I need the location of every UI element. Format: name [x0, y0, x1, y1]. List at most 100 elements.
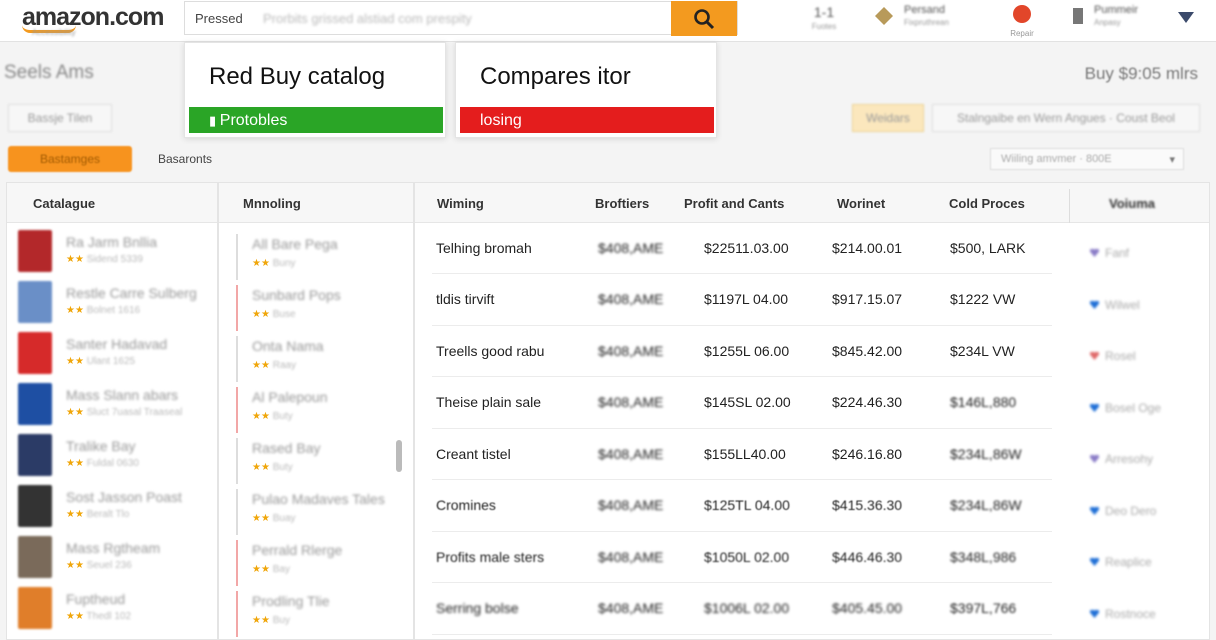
- table-row[interactable]: Cromines $408,AME $125TL 04.00 $415.36.3…: [432, 479, 1052, 532]
- catalogue-item[interactable]: Ra Jarm Bnllia ★★ Sidend 5339: [12, 230, 212, 276]
- catalogue-item[interactable]: Mass Rgtheam ★★ Seuel 236: [12, 536, 212, 582]
- nav-sub: Fixpruthrean: [904, 18, 949, 27]
- cart-icon[interactable]: [1176, 6, 1196, 26]
- heart-icon: [1090, 300, 1099, 309]
- catalogue-item[interactable]: Restle Carre Sulberg ★★ Bolnet 1616: [12, 281, 212, 327]
- filter-button[interactable]: Bassje Tilen: [8, 104, 112, 132]
- volume-item[interactable]: Rostnoce: [1090, 607, 1156, 621]
- col-header-profit-and-cants[interactable]: Profit and Cants: [684, 196, 784, 211]
- nav-item-quotes[interactable]: 1-1 Fuotes: [804, 4, 844, 31]
- volume-item[interactable]: Rosel: [1090, 349, 1136, 363]
- rating-stars: ★★ Buty: [252, 462, 293, 473]
- search-input[interactable]: Prorbits grissed alstiad com prespity: [263, 11, 472, 26]
- status-label: Protobles: [219, 112, 288, 129]
- product-meta: Bolnet 1616: [86, 305, 141, 316]
- catalogue-item[interactable]: Sost Jasson Poast ★★ Beralt Tlo: [12, 485, 212, 531]
- rating-stars: ★★ Ulant 1625: [66, 356, 135, 367]
- monitoring-item[interactable]: Perrald Rlerge ★★ Bay: [236, 540, 406, 586]
- monitoring-item[interactable]: Onta Nama ★★ Raay: [236, 336, 406, 382]
- cell-profit-cants: $145SL 02.00: [702, 376, 832, 429]
- table-row[interactable]: Profits male sters $408,AME $1050L 02.00…: [432, 531, 1052, 583]
- search-scope[interactable]: Pressed: [195, 11, 243, 26]
- cell-profit: $408,AME: [594, 376, 702, 429]
- cell-cold-price: $1222 VW: [950, 273, 1052, 326]
- cell-worinet: $446.46.30: [832, 531, 950, 583]
- star-icons: ★★: [66, 356, 84, 367]
- cell-profit-cants: $1255L 06.00: [702, 325, 832, 377]
- product-thumbnail: [18, 536, 52, 578]
- heart-icon: [1090, 352, 1099, 360]
- volume-item[interactable]: Bosel Oge: [1090, 401, 1161, 415]
- col-header-cold-proces[interactable]: Cold Proces: [949, 196, 1025, 211]
- scrollbar[interactable]: [396, 440, 402, 472]
- catalogue-item[interactable]: Santer Hadavad ★★ Ulant 1625: [12, 332, 212, 378]
- heart-icon: [1090, 455, 1099, 463]
- status-label: losing: [480, 112, 522, 129]
- table-row[interactable]: tldis tirvift $408,AME $1197L 04.00 $917…: [432, 273, 1052, 326]
- nav-item-repair[interactable]: Repair: [1000, 4, 1044, 38]
- catalogue-header: Catalague: [7, 183, 217, 223]
- monitor-name: Perrald Rlerge: [252, 542, 343, 558]
- widgets-button[interactable]: Weidars: [852, 104, 924, 132]
- monitoring-item[interactable]: Prodling Tlie ★★ Buy: [236, 591, 406, 637]
- monitoring-item[interactable]: All Bare Pega ★★ Buny: [236, 234, 406, 280]
- volume-item[interactable]: Wilwel: [1090, 298, 1140, 312]
- volume-item[interactable]: Fanf: [1090, 246, 1129, 260]
- product-name: Ra Jarm Bnllia: [66, 234, 158, 250]
- col-header-volume[interactable]: Voiuma: [1109, 196, 1155, 211]
- product-name: Fuptheud: [66, 591, 126, 607]
- catalogue-item[interactable]: Fuptheud ★★ Thedl 102: [12, 587, 212, 633]
- card-compares-itor[interactable]: Compares itor losing: [455, 42, 717, 138]
- summary-total: Buy $9:05 mlrs: [1084, 64, 1198, 83]
- table-row[interactable]: Creant tistel $408,AME $155LL40.00 $246.…: [432, 428, 1052, 480]
- heart-icon: [1090, 558, 1099, 566]
- nav-sub: Anpasy: [1094, 18, 1121, 27]
- star-icons: ★★: [66, 560, 84, 571]
- tab-bastamges[interactable]: Bastamges: [8, 146, 132, 172]
- settings-button[interactable]: Stalngaibe en Wern Angues · Coust Beol: [932, 104, 1200, 132]
- monitor-name: All Bare Pega: [252, 236, 338, 252]
- monitor-meta: Bay: [272, 564, 290, 575]
- col-header-broftiers[interactable]: Broftiers: [595, 196, 649, 211]
- volume-item[interactable]: Arresohy: [1090, 452, 1153, 466]
- catalogue-item[interactable]: Tralike Bay ★★ Fuldal 0630: [12, 434, 212, 480]
- search-icon: [694, 8, 715, 29]
- catalogue-item[interactable]: Mass Slann abars ★★ Sluct 7uasal Traasea…: [12, 383, 212, 429]
- volume-label: Arresohy: [1105, 452, 1154, 466]
- product-name: Restle Carre Sulberg: [66, 285, 197, 301]
- monitoring-item[interactable]: Al Palepoun ★★ Buty: [236, 387, 406, 433]
- table-row[interactable]: Telhing bromah $408,AME $22511.03.00 $21…: [432, 222, 1052, 274]
- volume-item[interactable]: Deo Dero: [1090, 504, 1156, 518]
- product-thumbnail: [18, 383, 52, 425]
- rating-stars: ★★ Sluct 7uasal Traaseal: [66, 407, 182, 418]
- product-meta: Thedl 102: [86, 611, 132, 622]
- nav-item-account[interactable]: Pummeir Anpasy: [1094, 4, 1158, 27]
- cell-cold-price: $397L,766: [950, 582, 1052, 635]
- cell-profit: $408,AME: [594, 273, 702, 326]
- nav-item-persand[interactable]: Persand Fixpruthrean: [904, 4, 976, 27]
- nav-label: Pummeir: [1094, 4, 1139, 16]
- monitoring-item[interactable]: Pulao Madaves Tales ★★ Buay: [236, 489, 406, 535]
- col-header-wiming[interactable]: Wiming: [437, 196, 484, 211]
- tab-basaronts[interactable]: Basaronts: [158, 152, 212, 166]
- product-thumbnail: [18, 587, 52, 629]
- heart-icon: [1090, 506, 1099, 515]
- table-row[interactable]: Theise plain sale $408,AME $145SL 02.00 …: [432, 376, 1052, 429]
- volume-label: Bosel Oge: [1105, 400, 1162, 415]
- volume-item[interactable]: Reaplice: [1090, 555, 1152, 569]
- table-row[interactable]: Serring bolse $408,AME $1006L 02.00 $405…: [432, 582, 1052, 635]
- cell-cold-price: $234L VW: [950, 325, 1052, 377]
- rating-stars: ★★ Seuel 236: [66, 560, 132, 571]
- monitoring-item[interactable]: Sunbard Pops ★★ Buse: [236, 285, 406, 331]
- sort-dropdown[interactable]: Wiiling amvmer · 800E ▾: [990, 148, 1184, 170]
- cell-profit-cants: $125TL 04.00: [702, 479, 832, 532]
- card-red-buy-catalog[interactable]: Red Buy catalog ▮ Protobles: [184, 42, 446, 138]
- table-row[interactable]: Treells good rabu $408,AME $1255L 06.00 …: [432, 325, 1052, 377]
- product-meta: Fuldal 0630: [86, 458, 139, 469]
- col-header-worinet[interactable]: Worinet: [837, 196, 885, 211]
- search-button[interactable]: [671, 1, 737, 36]
- monitor-meta: Buy: [272, 615, 290, 626]
- monitor-meta: Buay: [272, 513, 296, 524]
- monitoring-item[interactable]: Rased Bay ★★ Buty: [236, 438, 406, 484]
- cell-worinet: $246.16.80: [832, 428, 950, 480]
